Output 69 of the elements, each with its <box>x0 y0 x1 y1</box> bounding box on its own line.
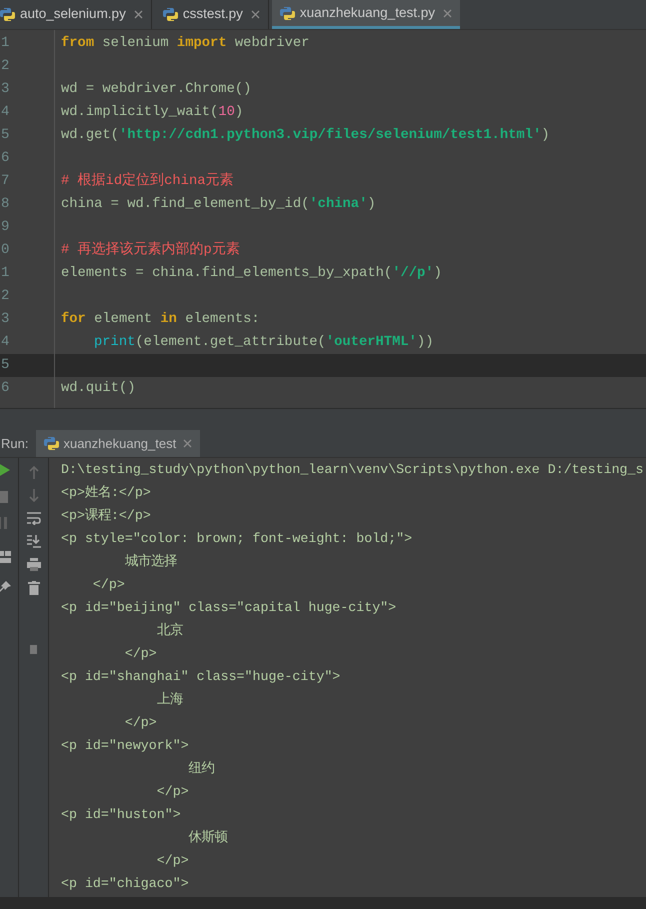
code-line: elements = china.find_elements_by_xpath('//p') <box>60 265 443 283</box>
scrollbar-thumb[interactable] <box>30 645 37 654</box>
close-icon[interactable] <box>134 10 143 19</box>
line-number: 1 <box>1 35 10 51</box>
code-line: for element in elements: <box>60 310 261 329</box>
print-icon[interactable] <box>26 558 40 571</box>
line-number: 4 <box>1 104 10 120</box>
console-line: <p id="chigaco"> <box>61 876 189 891</box>
line-number: 2 <box>1 288 10 304</box>
console-line: <p>课程:</p> <box>61 508 151 523</box>
layout-icon[interactable] <box>0 551 11 563</box>
line-number: 0 <box>1 242 10 258</box>
run-tab[interactable]: xuanzhekuang_test <box>36 430 200 457</box>
console-line: </p> <box>92 577 125 592</box>
line-number: 9 <box>1 219 10 235</box>
scroll-to-end-icon[interactable] <box>26 535 40 548</box>
pin-icon[interactable] <box>0 581 11 593</box>
console-line: <p>姓名:</p> <box>61 485 151 500</box>
console-line: <p id="beijing" class="capital huge-city"> <box>61 600 396 615</box>
console-line: <p id="huston"> <box>61 807 181 822</box>
python-file-icon <box>0 7 15 22</box>
console-line: 纽约 <box>188 761 215 776</box>
console-line: </p> <box>156 784 189 799</box>
line-number: 2 <box>1 58 10 74</box>
run-label: Run: <box>1 434 28 453</box>
console-line: D:\testing_study\python\python_learn\venv\Scripts\python.exe D:/testing_s <box>61 462 644 477</box>
console-line: 上海 <box>156 692 183 707</box>
code-line: # 根据id定位到china元素 <box>60 171 235 191</box>
line-number: 3 <box>1 311 10 327</box>
line-number: 4 <box>1 334 10 350</box>
close-icon[interactable] <box>442 8 452 18</box>
line-number: 5 <box>1 357 10 373</box>
up-arrow-icon[interactable] <box>28 466 38 479</box>
code-line: from selenium import webdriver <box>60 34 310 53</box>
file-tab[interactable]: xuanzhekuang_test.py <box>272 0 460 29</box>
console-line: </p> <box>156 853 189 868</box>
python-file-icon <box>162 7 178 22</box>
run-icon[interactable] <box>0 463 10 477</box>
file-tab[interactable]: auto_selenium.py <box>0 0 152 29</box>
console-line: 北京 <box>156 623 183 638</box>
console-line: </p> <box>124 715 157 730</box>
console-line: <p style="color: brown; font-weight: bold;"> <box>61 531 412 546</box>
code-line: wd.get('http://cdn1.python3.vip/files/selenium/test1.html') <box>60 126 551 145</box>
python-file-icon <box>280 6 295 20</box>
down-arrow-icon[interactable] <box>28 489 38 502</box>
console-line: <p id="newyork"> <box>61 738 189 753</box>
code-line: wd = webdriver.Chrome() <box>60 81 252 99</box>
pause-icon[interactable] <box>0 517 8 529</box>
line-number: 5 <box>1 127 10 143</box>
soft-wrap-icon[interactable] <box>26 512 40 525</box>
code-line: wd.implicitly_wait(10) <box>60 104 244 122</box>
console-line: 休斯顿 <box>188 830 228 845</box>
line-number: 6 <box>1 380 10 396</box>
line-number: 1 <box>1 265 10 281</box>
code-line: wd.quit() <box>60 380 137 398</box>
code-line: print(element.get_attribute('outerHTML')) <box>93 334 434 352</box>
line-number: 6 <box>1 150 10 166</box>
code-line: # 再选择该元素内部的p元素 <box>60 240 241 260</box>
line-number: 7 <box>1 173 10 189</box>
close-icon[interactable] <box>183 439 192 448</box>
python-file-icon <box>44 436 60 451</box>
console-line: 城市选择 <box>124 554 177 569</box>
close-icon[interactable] <box>250 10 260 19</box>
line-number: 3 <box>1 81 10 97</box>
console-line: <p id="shanghai" class="huge-city"> <box>61 669 340 684</box>
console-line: </p> <box>124 646 157 661</box>
code-line: china = wd.find_element_by_id('china') <box>60 196 377 214</box>
trash-icon[interactable] <box>28 581 40 595</box>
line-number: 8 <box>1 196 10 212</box>
